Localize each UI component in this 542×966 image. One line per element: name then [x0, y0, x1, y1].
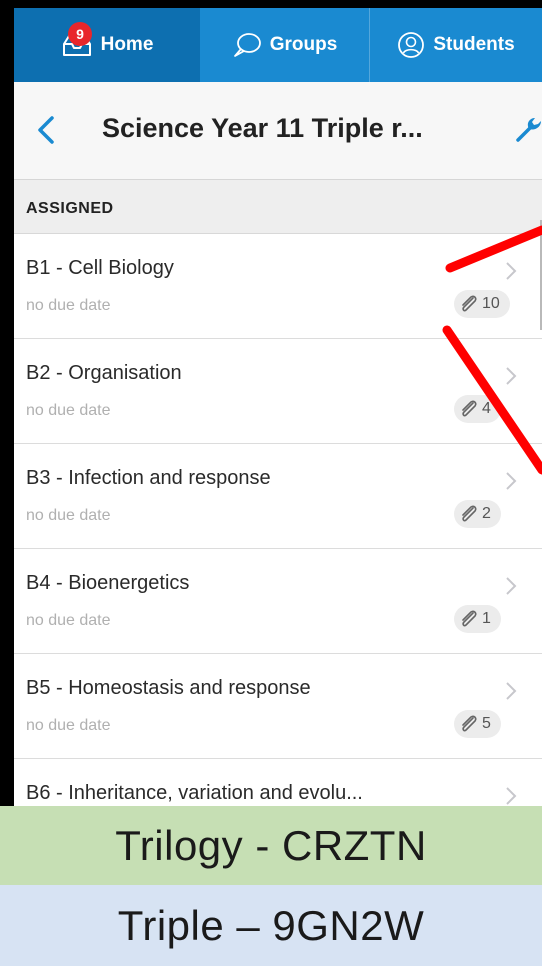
tab-students[interactable]: Students	[370, 8, 542, 82]
attachment-count: 2	[482, 505, 491, 522]
list-item-title: B4 - Bioenergetics	[26, 572, 190, 594]
list-item[interactable]: B6 - Inheritance, variation and evolu...	[14, 759, 542, 806]
list-item-due-date: no due date	[26, 402, 111, 419]
attachment-badge: 2	[454, 500, 501, 528]
triple-code-text: Triple – 9GN2W	[117, 901, 425, 949]
notification-badge: 9	[68, 22, 92, 46]
chevron-left-icon[interactable]	[32, 114, 62, 146]
triple-code-banner: Triple – 9GN2W	[0, 885, 542, 966]
trilogy-code-banner: Trilogy - CRZTN	[0, 806, 542, 885]
list-item-due-date: no due date	[26, 507, 111, 524]
chevron-right-icon	[506, 262, 517, 280]
nav-bar: Science Year 11 Triple r...	[14, 82, 542, 180]
paperclip-icon	[462, 400, 477, 417]
tab-home-label: Home	[100, 34, 154, 55]
list-item-title: B1 - Cell Biology	[26, 257, 174, 279]
list-item[interactable]: B1 - Cell Biology no due date 10	[14, 234, 542, 339]
trilogy-code-text: Trilogy - CRZTN	[115, 821, 427, 869]
chat-bubble-icon	[232, 31, 262, 59]
chevron-right-icon	[506, 577, 517, 595]
section-header: ASSIGNED	[14, 180, 542, 234]
tab-students-label: Students	[433, 34, 515, 55]
tab-groups-label: Groups	[269, 34, 338, 55]
paperclip-icon	[462, 505, 477, 522]
photo-frame: 9 Home Groups Students Science Year 11 T…	[0, 0, 542, 966]
wrench-icon[interactable]	[514, 114, 542, 144]
list-item-due-date: no due date	[26, 297, 111, 314]
chevron-right-icon	[506, 472, 517, 490]
attachment-count: 5	[482, 715, 491, 732]
paperclip-icon	[462, 295, 477, 312]
attachment-badge: 10	[454, 290, 510, 318]
list-item[interactable]: B4 - Bioenergetics no due date 1	[14, 549, 542, 654]
list-item-title: B5 - Homeostasis and response	[26, 677, 311, 699]
list-item[interactable]: B2 - Organisation no due date 4	[14, 339, 542, 444]
attachment-badge: 4	[454, 395, 501, 423]
list-item-due-date: no due date	[26, 612, 111, 629]
app-screen: 9 Home Groups Students Science Year 11 T…	[14, 8, 542, 806]
tab-groups[interactable]: Groups	[200, 8, 370, 82]
paperclip-icon	[462, 610, 477, 627]
chevron-right-icon	[506, 682, 517, 700]
list-item-due-date: no due date	[26, 717, 111, 734]
attachment-badge: 1	[454, 605, 501, 633]
attachment-count: 4	[482, 400, 491, 417]
page-title: Science Year 11 Triple r...	[102, 113, 423, 143]
person-icon	[397, 31, 425, 59]
list-item-title: B3 - Infection and response	[26, 467, 271, 489]
list-item-title: B6 - Inheritance, variation and evolu...	[26, 782, 363, 804]
section-label: ASSIGNED	[26, 200, 114, 217]
attachment-count: 1	[482, 610, 491, 627]
tab-bar: 9 Home Groups Students	[14, 8, 542, 82]
paperclip-icon	[462, 715, 477, 732]
assignment-list: B1 - Cell Biology no due date 10 B2 - Or…	[14, 234, 542, 806]
attachment-badge: 5	[454, 710, 501, 738]
chevron-right-icon	[506, 367, 517, 385]
list-item[interactable]: B3 - Infection and response no due date …	[14, 444, 542, 549]
attachment-count: 10	[482, 295, 500, 312]
list-item-title: B2 - Organisation	[26, 362, 182, 384]
tab-home[interactable]: 9 Home	[14, 8, 200, 82]
chevron-right-icon	[506, 787, 517, 805]
list-item[interactable]: B5 - Homeostasis and response no due dat…	[14, 654, 542, 759]
